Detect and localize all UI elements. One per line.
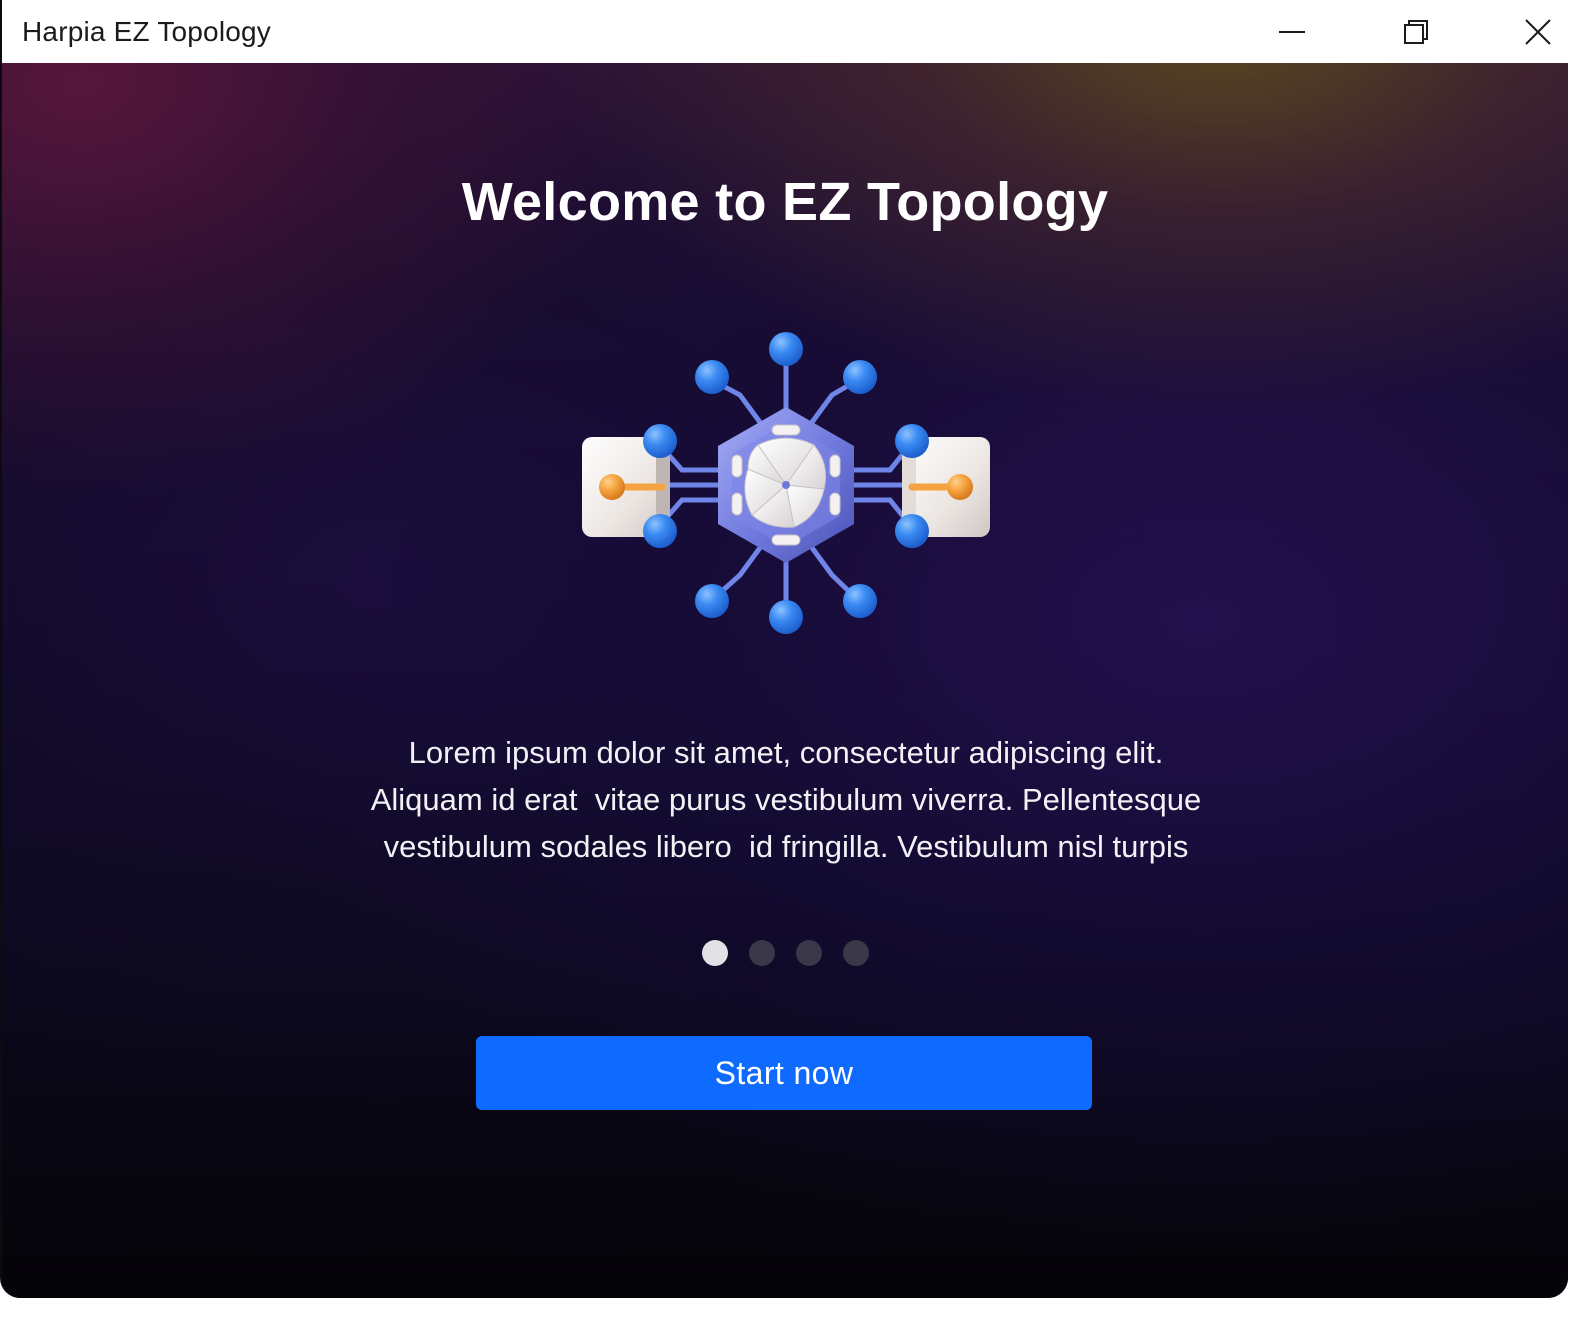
network-topology-illustration	[572, 325, 1002, 645]
app-window: Harpia EZ Topology Welcome to EZ Topolog…	[0, 0, 1568, 1298]
description-line: Lorem ipsum dolor sit amet, consectetur …	[408, 735, 1164, 770]
pagination-dot-3[interactable]	[796, 940, 822, 966]
maximize-button[interactable]	[1384, 0, 1448, 63]
description-line: Aliquam id erat vitae purus vestibulum v…	[370, 782, 1202, 817]
maximize-icon	[1404, 19, 1428, 44]
minimize-button[interactable]	[1260, 0, 1324, 63]
onboarding-screen: Welcome to EZ Topology Lorem ipsum dolor…	[2, 63, 1568, 1298]
minimize-icon	[1279, 30, 1305, 33]
pagination-dot-4[interactable]	[843, 940, 869, 966]
close-icon	[1525, 18, 1551, 45]
start-now-button[interactable]: Start now	[476, 1036, 1092, 1110]
network-topology-icon	[582, 332, 990, 634]
close-button[interactable]	[1506, 0, 1568, 63]
welcome-title: Welcome to EZ Topology	[461, 172, 1109, 232]
window-title: Harpia EZ Topology	[22, 16, 271, 47]
pagination-dot-2[interactable]	[749, 940, 775, 966]
description-text: Lorem ipsum dolor sit amet, consectetur …	[286, 729, 1286, 870]
title-bar[interactable]: Harpia EZ Topology	[2, 0, 1568, 63]
description-line: vestibulum sodales libero id fringilla. …	[383, 829, 1189, 864]
pagination-dot-1[interactable]	[702, 940, 728, 966]
pagination-dots	[702, 940, 869, 966]
